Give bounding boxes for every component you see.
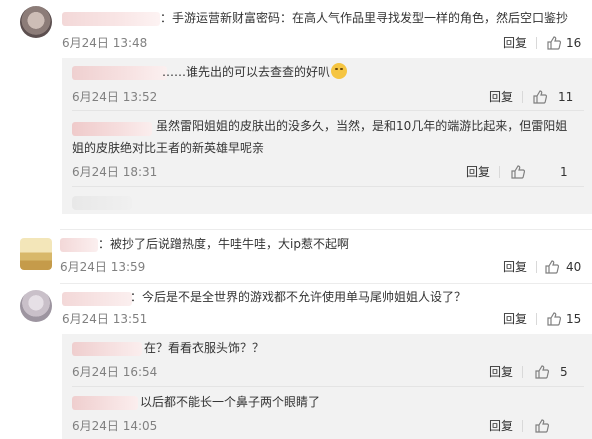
reply-text: ……谁先出的可以去查查的好叭	[162, 62, 348, 83]
comment-date: 6月24日 13:48	[62, 36, 148, 50]
reply-text-line: 姐的皮肤绝对比王者的新英雄早呢亲	[72, 141, 265, 155]
thumbs-up-icon[interactable]	[546, 311, 562, 327]
reply-date: 6月24日 16:54	[72, 365, 158, 379]
reply-button[interactable]: 回复	[489, 418, 513, 434]
avatar[interactable]	[20, 238, 52, 270]
divider	[72, 186, 584, 187]
username[interactable]	[62, 12, 160, 26]
thumbs-up-icon[interactable]	[534, 418, 550, 434]
reply-button[interactable]: 回复	[503, 35, 527, 51]
thumbs-up-icon[interactable]	[546, 35, 562, 51]
reply-text-content: ……谁先出的可以去查查的好叭	[162, 65, 331, 79]
like-count: 11	[558, 90, 574, 104]
shy-face-emoji-icon	[331, 63, 348, 79]
comment-item: ：手游运营新财富密码：在高人气作品里寻找发型一样的角色，然后空口鉴抄 6月24日…	[0, 0, 592, 230]
reply-date: 6月24日 13:52	[72, 90, 158, 104]
reply-list: 在？看看衣服头饰？？ 6月24日 16:54 回复 5 以后都不能长一个鼻子两个…	[62, 334, 592, 439]
avatar[interactable]	[20, 6, 52, 38]
comment-text: ：被抄了后说蹭热度，牛哇牛哇，大ip惹不起啊	[98, 237, 349, 251]
reply-date: 6月24日 18:31	[72, 165, 158, 179]
reply-button[interactable]: 回复	[489, 364, 513, 380]
username[interactable]	[72, 66, 167, 80]
reply-text: 以后都不能长一个鼻子两个眼睛了	[140, 395, 321, 409]
avatar[interactable]	[20, 290, 52, 322]
separator	[536, 313, 537, 325]
blurred-reply	[72, 196, 132, 210]
separator	[536, 37, 537, 49]
comment-text: ：手游运营新财富密码：在高人气作品里寻找发型一样的角色，然后空口鉴抄	[160, 11, 569, 25]
reply-text: 在？看看衣服头饰？？	[144, 341, 265, 355]
username[interactable]	[72, 342, 142, 356]
comment-text: ：今后是不是全世界的游戏都不允许使用单马尾帅姐姐人设了？	[130, 290, 467, 304]
reply-button[interactable]: 回复	[466, 164, 490, 180]
reply-button[interactable]: 回复	[489, 89, 513, 105]
comment-item: ：今后是不是全世界的游戏都不允许使用单马尾帅姐姐人设了？ 6月24日 13:51…	[0, 284, 592, 439]
divider	[72, 386, 584, 387]
reply-button[interactable]: 回复	[503, 259, 527, 275]
username[interactable]	[72, 396, 138, 410]
thumbs-up-icon[interactable]	[510, 164, 526, 180]
thumbs-up-icon[interactable]	[532, 89, 548, 105]
username[interactable]	[60, 238, 98, 252]
reply-text-line: 虽然雷阳姐姐的皮肤出的没多久，当然，是和10几年的端游比起来，但雷阳姐	[156, 119, 568, 133]
separator	[536, 261, 537, 273]
reply-date: 6月24日 14:05	[72, 419, 158, 433]
reply-list: ……谁先出的可以去查查的好叭 6月24日 13:52 回复 11 虽然雷阳姐姐的…	[62, 58, 592, 214]
separator	[499, 166, 500, 178]
thumbs-up-icon[interactable]	[544, 259, 560, 275]
separator	[522, 366, 523, 378]
username[interactable]	[72, 122, 152, 136]
like-count: 1	[560, 165, 568, 179]
comment-date: 6月24日 13:51	[62, 312, 148, 326]
separator	[522, 420, 523, 432]
comment-date: 6月24日 13:59	[60, 260, 146, 274]
like-count: 15	[566, 312, 582, 326]
thumbs-up-icon[interactable]	[534, 364, 550, 380]
reply-button[interactable]: 回复	[503, 311, 527, 327]
like-count: 40	[566, 260, 582, 274]
username[interactable]	[62, 292, 132, 306]
comment-item: ：被抄了后说蹭热度，牛哇牛哇，大ip惹不起啊 6月24日 13:59 回复 40	[0, 230, 592, 285]
separator	[522, 91, 523, 103]
divider	[72, 110, 584, 111]
like-count: 16	[566, 36, 582, 50]
like-count: 5	[560, 365, 568, 379]
